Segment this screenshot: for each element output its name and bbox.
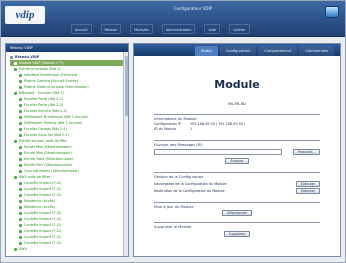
upload-row: Parcourir... <box>154 149 320 155</box>
device-icon <box>19 133 22 137</box>
device-icon <box>19 163 22 167</box>
device-icon <box>19 169 22 173</box>
device-icon <box>14 175 17 179</box>
device-icon <box>19 187 22 191</box>
device-icon <box>19 109 22 113</box>
device-icon <box>19 121 22 125</box>
device-icon <box>19 85 22 89</box>
config-label: Sauvegarde de la Configuration du Module <box>154 182 227 186</box>
help-icon[interactable] <box>325 6 339 18</box>
device-icon <box>19 115 22 119</box>
nav-home[interactable]: Accueil <box>71 24 92 34</box>
nav-modules[interactable]: Modules <box>130 24 153 34</box>
device-icon <box>19 103 22 107</box>
top-bar: vdip Configurateur VDIP Accueil Réseau M… <box>1 1 345 37</box>
info-row: ID du Module 1 <box>154 127 320 132</box>
app-window: vdip Configurateur VDIP Accueil Réseau M… <box>0 0 346 263</box>
restore-config-button[interactable]: Exécuter <box>295 188 320 194</box>
section-title: Gestion de la Configuration <box>154 175 204 179</box>
select-firmware-button[interactable]: Sélectionner <box>222 210 252 216</box>
device-icon <box>19 205 22 209</box>
device-icon <box>19 79 22 83</box>
device-icon <box>19 229 22 233</box>
network-tree: Réseau VDIP Module VDIP (Module n°1) Entré… <box>6 52 128 252</box>
delete-module-button[interactable]: Supprimer <box>223 231 251 237</box>
tree-item-label: SWV <box>19 247 27 251</box>
nav-quit[interactable]: Quitter <box>229 24 250 34</box>
device-icon <box>19 145 22 149</box>
send-button[interactable]: Envoyer <box>225 158 249 164</box>
config-row: Sauvegarde de la Configuration du Module… <box>154 181 320 187</box>
tree-item-label: Contrôle Impact (F-CI) <box>24 241 62 245</box>
config-row: Restitution de la Configuration du Modul… <box>154 188 320 194</box>
tab-configuration[interactable]: Configuration <box>219 46 257 56</box>
device-icon <box>19 151 22 155</box>
device-icon <box>14 67 17 71</box>
nav-admin[interactable]: Administration <box>161 24 196 34</box>
device-icon <box>19 199 22 203</box>
device-icon <box>19 127 22 131</box>
device-icon <box>19 157 22 161</box>
info-value: 1 <box>190 127 193 131</box>
module-info-section: Informations du Module Configuration IP … <box>154 114 320 132</box>
update-row: Sélectionner <box>154 210 320 216</box>
send-row: Envoyer <box>154 158 320 164</box>
delete-row: Supprimer <box>154 231 320 237</box>
delete-section: Supprimer le Module Supprimer <box>154 222 320 237</box>
file-path-input[interactable] <box>154 149 282 155</box>
info-key: ID du Module <box>154 127 177 131</box>
device-icon <box>14 61 17 65</box>
device-icon <box>14 91 17 95</box>
config-section: Gestion de la Configuration Sauvegarde d… <box>154 172 320 194</box>
device-icon <box>19 235 22 239</box>
browse-button[interactable]: Parcourir... <box>293 149 320 155</box>
device-icon <box>19 73 22 77</box>
network-tree-panel: Réseau VDIP Réseau VDIP Module VDIP (Modu… <box>5 43 129 257</box>
nav-network[interactable]: Réseau <box>100 24 122 34</box>
tab-status[interactable]: Statut <box>194 46 218 56</box>
page-title: Module <box>214 78 260 91</box>
network-icon <box>10 55 13 59</box>
device-icon <box>19 211 22 215</box>
device-icon <box>14 247 17 251</box>
device-icon <box>14 139 17 143</box>
save-config-button[interactable]: Exécuter <box>295 181 320 187</box>
module-id: Mo-PB-BD <box>228 102 246 106</box>
nav-help[interactable]: Aide <box>204 24 221 34</box>
tab-commands[interactable]: Commandes <box>299 46 334 56</box>
top-nav: Accueil Réseau Modules Administration Ai… <box>71 24 250 34</box>
brand-logo: vdip <box>5 6 45 24</box>
tree-panel-title: Réseau VDIP <box>6 44 128 52</box>
device-icon <box>19 241 22 245</box>
tree-item[interactable]: SWV <box>10 246 128 252</box>
device-icon <box>19 181 22 185</box>
scrollbar-thumb[interactable] <box>125 56 128 116</box>
app-title: Configurateur VDIP <box>173 6 213 11</box>
section-title: Supprimer le Module <box>154 225 192 229</box>
tab-behaviour[interactable]: Comportement <box>258 46 298 56</box>
tree-scrollbar[interactable] <box>123 52 128 256</box>
update-section: Mise à Jour du Module Sélectionner <box>154 202 320 216</box>
device-icon <box>19 193 22 197</box>
section-title: Envoyer des Messages (Fil) <box>154 143 203 147</box>
upload-section: Envoyer des Messages (Fil) Parcourir... … <box>154 140 320 164</box>
device-icon <box>19 223 22 227</box>
device-icon <box>19 217 22 221</box>
device-icon <box>19 97 22 101</box>
config-label: Restitution de la Configuration du Modul… <box>154 189 225 193</box>
tab-bar: Statut Configuration Comportement Comman… <box>134 44 340 56</box>
module-panel: Statut Configuration Comportement Comman… <box>133 43 341 257</box>
